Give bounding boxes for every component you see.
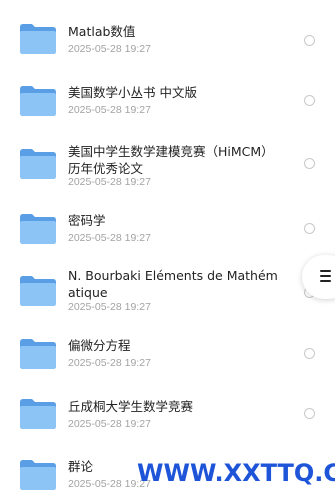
list-item[interactable]: 美国数学小丛书 中文版 2025-05-28 19:27 bbox=[0, 60, 335, 120]
list-item[interactable]: 密码学 2025-05-28 19:27 bbox=[0, 200, 335, 260]
file-date: 2025-05-28 19:27 bbox=[68, 176, 151, 188]
select-radio[interactable] bbox=[304, 348, 315, 359]
select-radio[interactable] bbox=[304, 35, 315, 46]
folder-icon bbox=[20, 24, 56, 54]
file-name: 美国中学生数学建模竞赛（HiMCM）历年优秀论文 bbox=[68, 144, 274, 176]
file-date: 2025-05-28 19:27 bbox=[68, 104, 151, 116]
select-radio[interactable] bbox=[304, 158, 315, 169]
file-date: 2025-05-28 19:27 bbox=[68, 418, 151, 430]
select-radio[interactable] bbox=[304, 223, 315, 234]
file-name: 美国数学小丛书 中文版 bbox=[68, 85, 197, 100]
file-name: Matlab数值 bbox=[68, 24, 136, 39]
file-name: 密码学 bbox=[68, 213, 106, 228]
folder-icon bbox=[20, 460, 56, 490]
list-item[interactable]: Matlab数值 2025-05-28 19:27 bbox=[0, 0, 335, 60]
list-item[interactable]: 丘成桐大学生数学竞赛 2025-05-28 19:27 bbox=[0, 385, 335, 445]
file-name: N. Bourbaki Eléments de Mathématique bbox=[68, 268, 278, 300]
menu-icon bbox=[320, 270, 331, 282]
select-radio[interactable] bbox=[304, 408, 315, 419]
folder-icon bbox=[20, 149, 56, 179]
file-name: 丘成桐大学生数学竞赛 bbox=[68, 399, 194, 414]
folder-icon bbox=[20, 86, 56, 116]
file-date: 2025-05-28 19:27 bbox=[68, 301, 151, 313]
folder-icon bbox=[20, 276, 56, 306]
folder-icon bbox=[20, 214, 56, 244]
list-item[interactable]: 美国中学生数学建模竞赛（HiMCM）历年优秀论文 2025-05-28 19:2… bbox=[0, 120, 335, 200]
select-radio[interactable] bbox=[304, 95, 315, 106]
folder-icon bbox=[20, 399, 56, 429]
folder-icon bbox=[20, 339, 56, 369]
watermark-text: WWW.XXTTQ.COM bbox=[137, 459, 335, 487]
file-date: 2025-05-28 19:27 bbox=[68, 232, 151, 244]
list-item[interactable]: 偏微分方程 2025-05-28 19:27 bbox=[0, 325, 335, 385]
file-name: 偏微分方程 bbox=[68, 338, 131, 353]
file-browser-screen: Matlab数值 2025-05-28 19:27 美国数学小丛书 中文版 20… bbox=[0, 0, 335, 495]
file-date: 2025-05-28 19:27 bbox=[68, 43, 151, 55]
list-item[interactable]: N. Bourbaki Eléments de Mathématique 202… bbox=[0, 260, 335, 325]
file-date: 2025-05-28 19:27 bbox=[68, 357, 151, 369]
